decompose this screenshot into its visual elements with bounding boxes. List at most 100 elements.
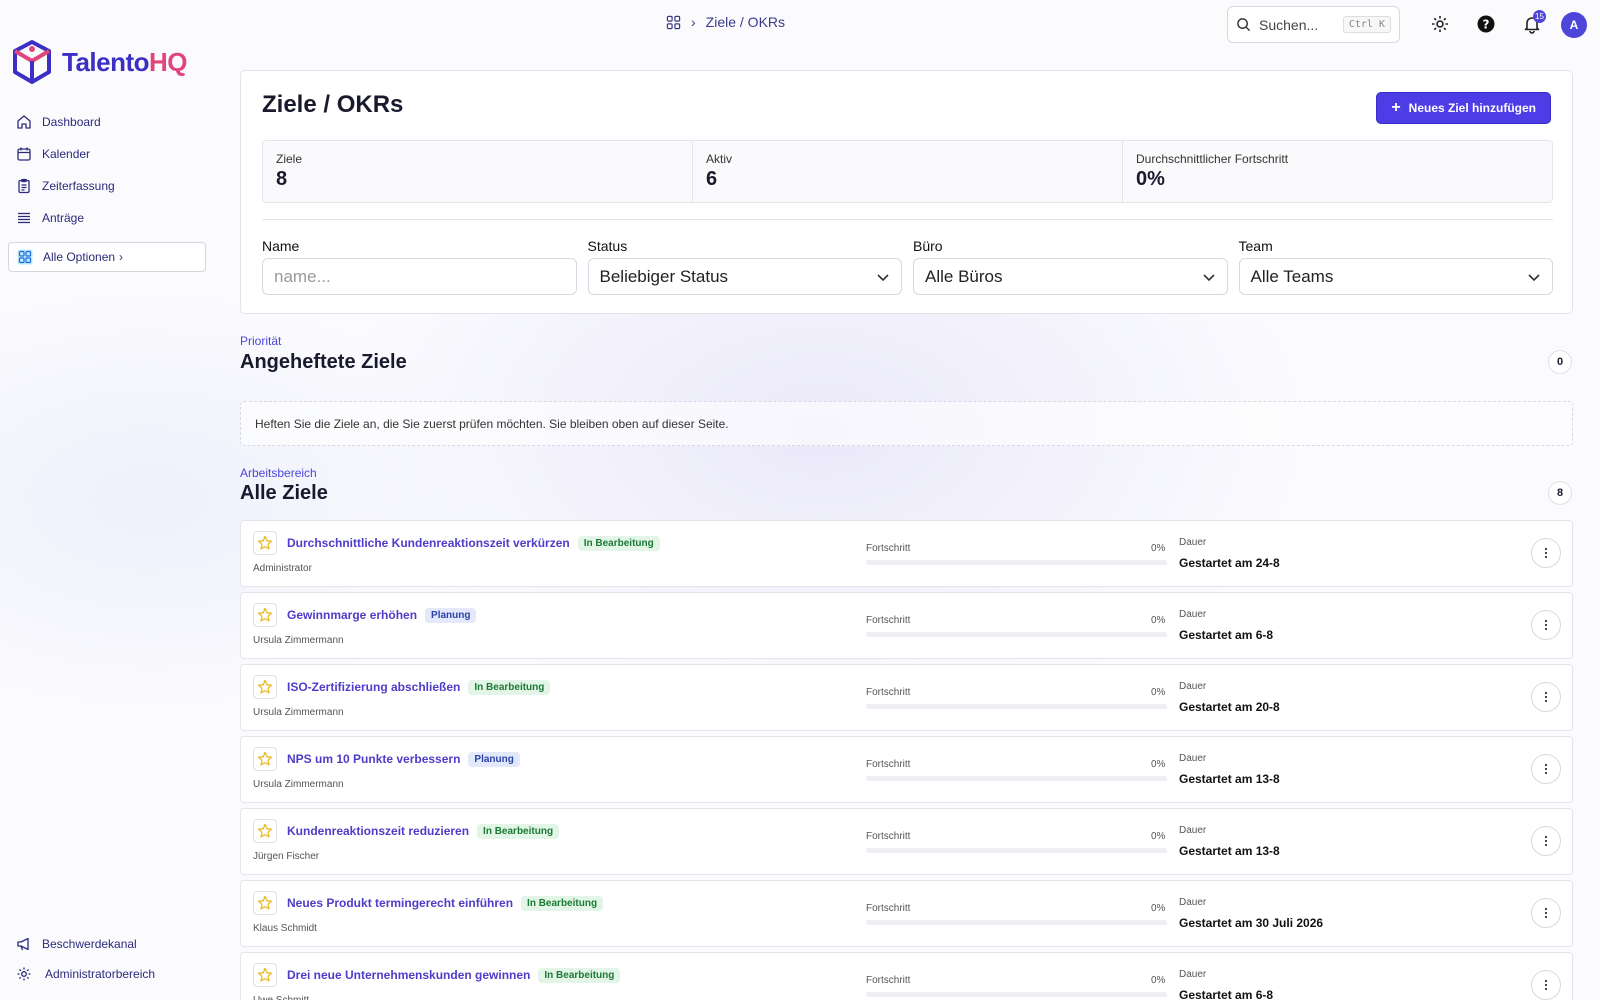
sidebar-item-label: Beschwerdekanal: [42, 937, 137, 951]
sidebar-item-label: Kalender: [42, 147, 91, 161]
progress-label: Fortschritt: [866, 759, 911, 770]
pin-goal-button[interactable]: [253, 891, 277, 915]
goal-title[interactable]: NPS um 10 Punkte verbessern Planung: [287, 752, 520, 767]
pin-goal-button[interactable]: [253, 531, 277, 555]
duration-value: Gestartet am 13-8: [1179, 844, 1280, 858]
goal-options-button[interactable]: [1531, 682, 1561, 712]
duration-value: Gestartet am 13-8: [1179, 772, 1280, 786]
sidebar-item-complaints[interactable]: Beschwerdekanal: [8, 930, 206, 958]
duration-value: Gestartet am 30 Juli 2026: [1179, 916, 1324, 930]
apps-grid-icon[interactable]: [666, 15, 681, 30]
pin-goal-button[interactable]: [253, 603, 277, 627]
sidebar-item-all-options[interactable]: Alle Optionen ›: [8, 242, 206, 272]
goal-row[interactable]: ISO-Zertifizierung abschließen In Bearbei…: [240, 664, 1573, 731]
settings-button[interactable]: [1428, 12, 1452, 36]
sidebar-item-dashboard[interactable]: Dashboard: [8, 108, 206, 136]
progress-label: Fortschritt: [866, 831, 911, 842]
avatar[interactable]: A: [1561, 12, 1587, 38]
gear-icon: [1432, 16, 1448, 32]
goal-options-button[interactable]: [1531, 826, 1561, 856]
filter-status: Status Beliebiger Status: [587, 238, 902, 295]
goal-options-button[interactable]: [1531, 538, 1561, 568]
pinned-title: Angeheftete Ziele: [240, 351, 407, 373]
stats-panel: Ziele 8 Aktiv 6 Durchschnittlicher Forts…: [262, 140, 1553, 203]
goal-title[interactable]: Gewinnmarge erhöhen Planung: [287, 608, 477, 623]
star-icon: [257, 679, 273, 694]
sidebar-item-admin[interactable]: Administratorbereich: [8, 960, 206, 988]
sidebar-item-time-tracking[interactable]: Zeiterfassung: [8, 172, 206, 200]
goal-title[interactable]: Neues Produkt termingerecht einführen In …: [287, 896, 604, 911]
star-icon: [257, 535, 273, 550]
sidebar-nav: Dashboard Kalender Zeiterfassung Anträge…: [8, 108, 206, 276]
progress-label: Fortschritt: [866, 543, 911, 554]
goal-title[interactable]: ISO-Zertifizierung abschließen In Bearbei…: [287, 680, 551, 695]
plus-icon: +: [1391, 99, 1401, 116]
more-vertical-icon: [1544, 835, 1548, 847]
progress-bar: [866, 776, 1167, 781]
status-badge: In Bearbeitung: [477, 824, 560, 839]
progress-percent: 0%: [1151, 759, 1166, 770]
pin-goal-button[interactable]: [253, 819, 277, 843]
sidebar-item-label: Administratorbereich: [45, 967, 156, 981]
filter-label: Status: [587, 238, 628, 254]
pinned-empty-notice: Heften Sie die Ziele an, die Sie zuerst …: [240, 401, 1573, 446]
chevron-down-icon: [1528, 273, 1540, 281]
select-value: Beliebiger Status: [599, 266, 729, 286]
add-goal-button[interactable]: + Neues Ziel hinzufügen: [1376, 92, 1551, 124]
goal-owner: Uwe Schmitt: [253, 995, 309, 1000]
progress-percent: 0%: [1151, 687, 1166, 698]
duration-label: Dauer: [1179, 897, 1207, 908]
add-goal-label: Neues Ziel hinzufügen: [1408, 101, 1536, 115]
progress-label: Fortschritt: [866, 975, 911, 986]
help-button[interactable]: ?: [1474, 12, 1498, 36]
goal-row[interactable]: Durchschnittliche Kundenreaktionszeit ve…: [240, 520, 1573, 587]
brand-logo[interactable]: TalentoHQ: [12, 40, 188, 84]
goal-options-button[interactable]: [1531, 610, 1561, 640]
search-input[interactable]: Suchen... Ctrl K: [1227, 6, 1400, 43]
goal-row[interactable]: Neues Produkt termingerecht einführen In …: [240, 880, 1573, 947]
duration-label: Dauer: [1179, 825, 1207, 836]
progress-label: Fortschritt: [866, 687, 911, 698]
pin-goal-button[interactable]: [253, 675, 277, 699]
name-filter-input[interactable]: name...: [262, 258, 577, 295]
duration-value: Gestartet am 24-8: [1179, 556, 1280, 570]
goal-list: Durchschnittliche Kundenreaktionszeit ve…: [240, 520, 1573, 1000]
goal-title[interactable]: Durchschnittliche Kundenreaktionszeit ve…: [287, 536, 660, 551]
goal-title[interactable]: Drei neue Unternehmenskunden gewinnen In …: [287, 968, 621, 983]
all-goals-eyebrow: Arbeitsbereich: [240, 466, 317, 480]
sidebar-item-label: Anträge: [42, 211, 85, 225]
help-icon: ?: [1477, 15, 1495, 33]
progress-bar: [866, 848, 1167, 853]
progress-percent: 0%: [1151, 615, 1166, 626]
office-select[interactable]: Alle Büros: [913, 258, 1228, 295]
stat-value: 6: [706, 168, 718, 190]
goal-title-text: Kundenreaktionszeit reduzieren: [287, 824, 470, 838]
status-select[interactable]: Beliebiger Status: [587, 258, 902, 295]
breadcrumb-current[interactable]: Ziele / OKRs: [706, 14, 785, 30]
svg-text:?: ?: [1483, 18, 1490, 32]
goal-row[interactable]: Gewinnmarge erhöhen Planung Ursula Zimmer…: [240, 592, 1573, 659]
progress-label: Fortschritt: [866, 615, 911, 626]
duration-label: Dauer: [1179, 969, 1207, 980]
progress-bar: [866, 560, 1167, 565]
goal-options-button[interactable]: [1531, 754, 1561, 784]
goal-options-button[interactable]: [1531, 898, 1561, 928]
goal-row[interactable]: Drei neue Unternehmenskunden gewinnen In …: [240, 952, 1573, 1000]
notification-badge: 15: [1533, 10, 1546, 23]
goal-row[interactable]: NPS um 10 Punkte verbessern Planung Ursul…: [240, 736, 1573, 803]
goal-title[interactable]: Kundenreaktionszeit reduzieren In Bearbei…: [287, 824, 560, 839]
duration-value: Gestartet am 6-8: [1179, 988, 1274, 1000]
search-icon: [1237, 18, 1251, 32]
goal-row[interactable]: Kundenreaktionszeit reduzieren In Bearbei…: [240, 808, 1573, 875]
status-badge: In Bearbeitung: [468, 680, 551, 695]
filter-name: Name name...: [262, 238, 577, 295]
sidebar-item-requests[interactable]: Anträge: [8, 204, 206, 232]
megaphone-icon: [17, 937, 29, 951]
pin-goal-button[interactable]: [253, 747, 277, 771]
team-select[interactable]: Alle Teams: [1238, 258, 1553, 295]
sidebar-item-calendar[interactable]: Kalender: [8, 140, 206, 168]
status-badge: Planung: [468, 752, 520, 767]
goal-options-button[interactable]: [1531, 970, 1561, 1000]
star-icon: [257, 607, 273, 622]
pin-goal-button[interactable]: [253, 963, 277, 987]
